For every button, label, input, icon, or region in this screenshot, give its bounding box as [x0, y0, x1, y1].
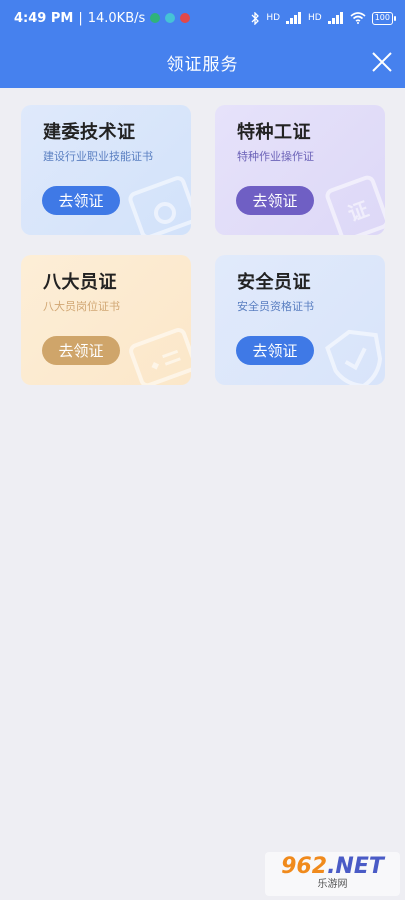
- card-badge: 证: [345, 197, 372, 226]
- card-title: 安全员证: [237, 272, 311, 293]
- signal-icon: [286, 12, 302, 24]
- card-title: 建委技术证: [43, 122, 136, 143]
- certificate-icon: 证: [325, 175, 385, 235]
- status-left: 4:49 PM | 14.0KB/s: [14, 10, 191, 26]
- wifi-icon: [350, 12, 366, 24]
- card-subtitle: 安全员资格证书: [237, 300, 314, 313]
- status-time: 4:49 PM: [14, 10, 74, 26]
- get-cert-button[interactable]: 去领证: [236, 336, 314, 365]
- certificate-icon: [128, 176, 191, 235]
- battery-icon: 100: [371, 11, 397, 25]
- shield-check-icon: [325, 329, 383, 385]
- network-speed: 14.0KB/s: [87, 10, 146, 26]
- watermark-suffix: .NET: [327, 854, 384, 879]
- bluetooth-icon: [251, 11, 260, 25]
- card-eight-staff-cert[interactable]: 八大员证 八大员岗位证书 去领证: [21, 255, 191, 385]
- watermark-logo: 962.NET 乐游网: [265, 852, 400, 896]
- status-divider: |: [78, 10, 83, 26]
- get-cert-button[interactable]: 去领证: [42, 186, 120, 215]
- close-icon[interactable]: [370, 50, 394, 74]
- page-title: 领证服务: [166, 54, 239, 75]
- signal-label: HD: [308, 13, 322, 23]
- get-cert-button[interactable]: 去领证: [42, 336, 120, 365]
- card-title: 八大员证: [43, 272, 117, 293]
- certificate-icon: [129, 328, 191, 385]
- card-title: 特种工证: [237, 122, 311, 143]
- app-notification-icon: [180, 13, 191, 23]
- signal-icon: [327, 12, 343, 24]
- card-subtitle: 建设行业职业技能证书: [43, 150, 153, 163]
- status-right: HD HD 100: [250, 11, 397, 25]
- watermark-brand: 962.NET: [281, 856, 384, 878]
- card-subtitle: 特种作业操作证: [237, 150, 314, 163]
- card-special-work-cert[interactable]: 证 特种工证 特种作业操作证 去领证: [215, 105, 385, 235]
- status-bar: 4:49 PM | 14.0KB/s HD HD 100: [0, 0, 405, 36]
- watermark-number: 962: [281, 854, 328, 879]
- watermark-caption: 乐游网: [317, 879, 348, 890]
- get-cert-button[interactable]: 去领证: [236, 186, 314, 215]
- header: 领证服务: [0, 36, 405, 88]
- card-construction-cert[interactable]: 建委技术证 建设行业职业技能证书 去领证: [21, 105, 191, 235]
- app-notification-icon: [165, 13, 176, 23]
- signal-label: HD: [266, 13, 281, 23]
- card-subtitle: 八大员岗位证书: [43, 300, 120, 313]
- app-notification-icon: [150, 13, 161, 23]
- card-safety-officer-cert[interactable]: 安全员证 安全员资格证书 去领证: [215, 255, 385, 385]
